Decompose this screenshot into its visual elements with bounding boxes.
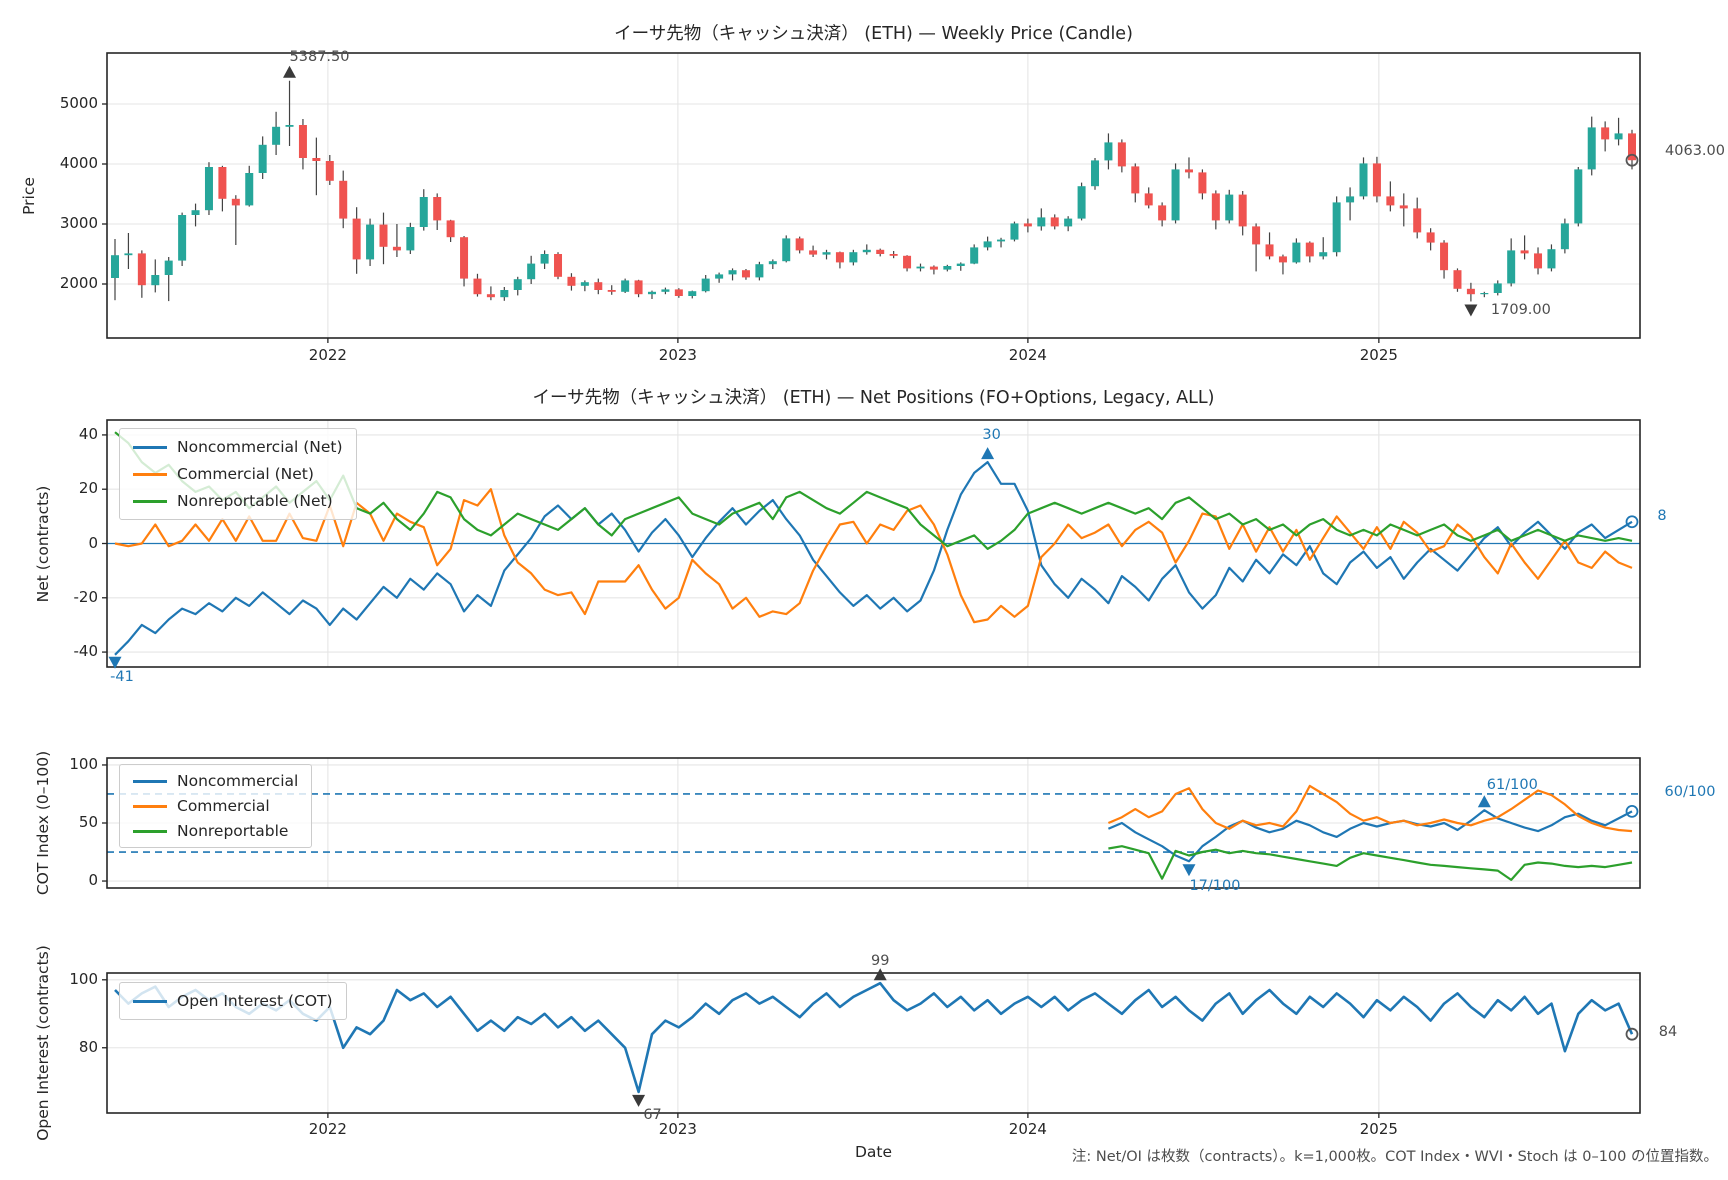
legend-item-nonreportable: Nonreportable [133,822,298,840]
line-swatch-icon [133,1000,167,1003]
cot-index-y-tick-label: 50 [40,813,98,831]
legend-label: Open Interest (COT) [177,992,333,1010]
open-interest-y-tick-label: 80 [40,1038,98,1056]
open-interest-max-annotation: 99 [871,953,889,969]
net-last-value: 8 [1657,508,1666,524]
net-start-annotation: -41 [110,669,134,685]
price-max-annotation: 5387.50 [290,49,350,65]
legend-item-commercial: Commercial [133,797,298,815]
cot-index-min-annotation: 17/100 [1189,878,1240,894]
cot-index-y-tick-label: 0 [40,871,98,889]
cot-index-max-annotation: 61/100 [1487,777,1538,793]
price-x-tick-label: 2024 [1009,346,1047,364]
cot-dashboard: イーサ先物（キャッシュ決済） (ETH) — Weekly Price (Can… [0,0,1728,1180]
legend-item-nonreportable-net: Nonreportable (Net) [133,492,343,510]
open-interest-y-tick-label: 100 [40,970,98,988]
legend-item-open-interest: Open Interest (COT) [133,992,333,1010]
legend-label: Nonreportable [177,822,288,840]
date-x-tick-label: 2023 [659,1120,697,1138]
net-legend: Noncommercial (Net) Commercial (Net) Non… [119,428,357,520]
price-y-tick-label: 3000 [40,214,98,232]
price-y-tick-label: 4000 [40,154,98,172]
price-min-annotation: 1709.00 [1491,302,1551,318]
line-swatch-icon [133,780,167,783]
date-x-tick-label: 2025 [1360,1120,1398,1138]
legend-item-noncommercial-net: Noncommercial (Net) [133,438,343,456]
legend-label: Nonreportable (Net) [177,492,333,510]
line-swatch-icon [133,805,167,808]
price-y-tick-label: 5000 [40,94,98,112]
net-y-tick-label: 20 [40,479,98,497]
cot-index-legend: Noncommercial Commercial Nonreportable [119,764,312,848]
line-swatch-icon [133,500,167,503]
net-y-tick-label: 40 [40,425,98,443]
net-max-annotation: 30 [982,427,1000,443]
price-y-axis-label: Price [20,177,38,215]
footnote: 注: Net/OI は枚数（contracts）。k=1,000枚。COT In… [1072,1145,1718,1166]
legend-item-commercial-net: Commercial (Net) [133,465,343,483]
price-x-tick-label: 2023 [659,346,697,364]
line-swatch-icon [133,830,167,833]
net-y-tick-label: 0 [40,534,98,552]
price-y-tick-label: 2000 [40,274,98,292]
line-swatch-icon [133,473,167,476]
legend-label: Commercial (Net) [177,465,314,483]
date-x-tick-label: 2024 [1009,1120,1047,1138]
price-panel-title: イーサ先物（キャッシュ決済） (ETH) — Weekly Price (Can… [107,20,1640,45]
line-swatch-icon [133,446,167,449]
legend-label: Noncommercial [177,772,298,790]
net-y-tick-label: -20 [40,588,98,606]
net-panel-title: イーサ先物（キャッシュ決済） (ETH) — Net Positions (FO… [107,384,1640,409]
cot-index-y-tick-label: 100 [40,755,98,773]
open-interest-legend: Open Interest (COT) [119,982,347,1020]
legend-label: Noncommercial (Net) [177,438,343,456]
cot-index-last-value: 60/100 [1664,784,1715,800]
price-x-tick-label: 2022 [309,346,347,364]
legend-item-noncommercial: Noncommercial [133,772,298,790]
legend-label: Commercial [177,797,270,815]
net-y-tick-label: -40 [40,642,98,660]
open-interest-last-value: 84 [1659,1024,1677,1040]
price-x-tick-label: 2025 [1360,346,1398,364]
date-x-tick-label: 2022 [309,1120,347,1138]
price-last-value: 4063.00 [1665,143,1725,159]
